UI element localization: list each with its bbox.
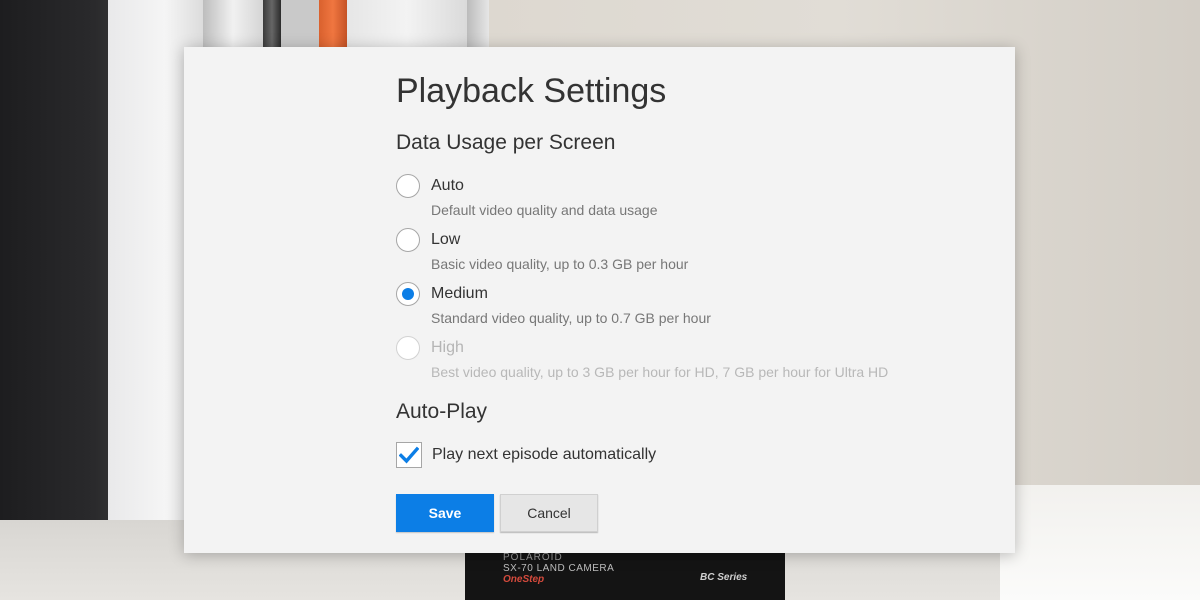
radio-button-medium[interactable] [396, 282, 420, 306]
autoplay-checkbox-label: Play next episode automatically [432, 446, 657, 463]
save-button[interactable]: Save [396, 494, 494, 532]
checkmark-icon [399, 446, 419, 464]
autoplay-checkbox-row[interactable]: Play next episode automatically [396, 442, 796, 468]
radio-option-high: High Best video quality, up to 3 GB per … [396, 336, 976, 384]
option-description: Best video quality, up to 3 GB per hour … [431, 364, 889, 380]
option-label: Low [431, 231, 461, 248]
option-label: High [431, 339, 464, 356]
autoplay-checkbox[interactable] [396, 442, 422, 468]
camera-model-text: SX-70 LAND CAMERA [503, 563, 615, 574]
cancel-button[interactable]: Cancel [500, 494, 598, 532]
playback-settings-dialog: Playback Settings Data Usage per Screen … [184, 47, 1015, 553]
autoplay-heading: Auto-Play [396, 400, 488, 423]
page-title: Playback Settings [396, 72, 667, 110]
radio-button-auto[interactable] [396, 174, 420, 198]
option-label: Auto [431, 177, 464, 194]
radio-button-low[interactable] [396, 228, 420, 252]
camera-series-text: BC Series [700, 572, 748, 583]
radio-button-high [396, 336, 420, 360]
option-description: Standard video quality, up to 0.7 GB per… [431, 310, 711, 326]
radio-option-low[interactable]: Low Basic video quality, up to 0.3 GB pe… [396, 228, 976, 276]
radio-option-medium[interactable]: Medium Standard video quality, up to 0.7… [396, 282, 976, 330]
background-white-block [1000, 485, 1200, 600]
camera-onestep-text: OneStep [503, 574, 545, 585]
camera-brand-text: POLAROID [503, 552, 563, 563]
option-description: Basic video quality, up to 0.3 GB per ho… [431, 256, 689, 272]
data-usage-heading: Data Usage per Screen [396, 131, 616, 154]
option-label: Medium [431, 285, 488, 302]
radio-option-auto[interactable]: Auto Default video quality and data usag… [396, 174, 976, 222]
option-description: Default video quality and data usage [431, 202, 658, 218]
